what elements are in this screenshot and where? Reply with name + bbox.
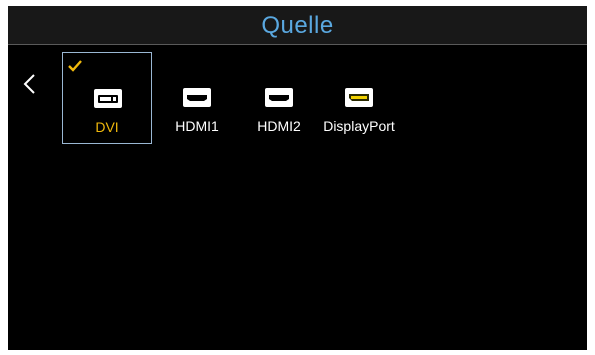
back-button[interactable]: [20, 72, 40, 96]
dvi-port-icon: [94, 89, 122, 108]
hdmi-port-icon: [265, 88, 293, 107]
chevron-left-icon: [23, 74, 35, 94]
source-screen: Quelle DVI HDMI1 HDMI2 DisplayPort: [8, 6, 587, 350]
hdmi-port-icon: [183, 88, 211, 107]
source-label-displayport: DisplayPort: [323, 118, 395, 134]
title-bar: Quelle: [8, 6, 587, 45]
source-label-hdmi2: HDMI2: [257, 118, 301, 134]
source-label-dvi: DVI: [95, 119, 119, 135]
source-item-hdmi1[interactable]: HDMI1: [152, 52, 242, 144]
source-label-hdmi1: HDMI1: [175, 118, 219, 134]
source-item-dvi[interactable]: DVI: [62, 52, 152, 144]
check-icon: [68, 60, 82, 72]
source-item-hdmi2[interactable]: HDMI2: [234, 52, 324, 144]
page-title: Quelle: [261, 12, 334, 39]
displayport-port-icon: [345, 88, 373, 107]
source-item-displayport[interactable]: DisplayPort: [314, 52, 404, 144]
